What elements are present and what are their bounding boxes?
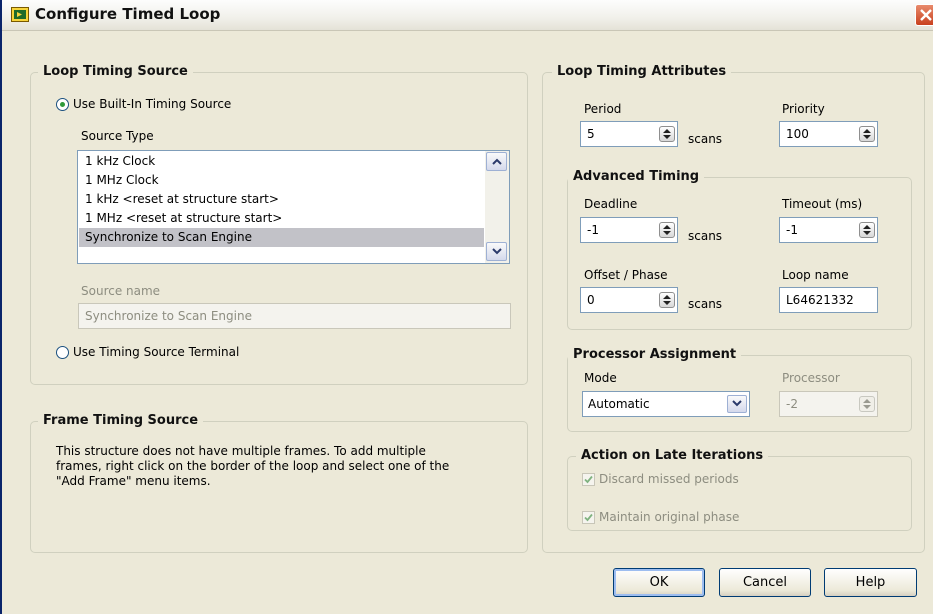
source-name-label: Source name	[81, 284, 161, 298]
timing-terminal-radio-label[interactable]: Use Timing Source Terminal	[73, 345, 239, 359]
title-bar[interactable]: Configure Timed Loop	[2, 0, 933, 31]
help-button[interactable]: Help	[824, 568, 917, 597]
offset-phase-label: Offset / Phase	[584, 268, 668, 282]
mode-label: Mode	[584, 371, 617, 385]
priority-label: Priority	[782, 102, 825, 116]
source-name-field: Synchronize to Scan Engine	[78, 303, 511, 329]
source-list-scrollbar[interactable]	[485, 151, 509, 263]
deadline-spinner[interactable]	[659, 222, 675, 238]
spinner-arrows-icon	[663, 129, 671, 139]
spinner-arrows-icon	[863, 129, 871, 139]
chevron-down-icon	[492, 248, 502, 255]
period-label: Period	[584, 102, 622, 116]
checkmark-icon	[584, 513, 593, 522]
source-type-label: Source Type	[81, 129, 154, 143]
period-unit: scans	[688, 132, 723, 146]
spinner-arrows-icon	[663, 225, 671, 235]
deadline-label: Deadline	[584, 197, 638, 211]
list-item[interactable]: 1 kHz Clock	[79, 152, 484, 171]
frame-timing-message: This structure does not have multiple fr…	[56, 444, 516, 489]
mode-selected-value: Automatic	[588, 397, 650, 411]
mode-dropdown[interactable]: Automatic	[582, 391, 750, 417]
ok-button[interactable]: OK	[613, 568, 705, 597]
scroll-down-button[interactable]	[486, 242, 507, 261]
priority-spinner[interactable]	[859, 126, 875, 142]
loop-timing-attributes-legend: Loop Timing Attributes	[552, 64, 732, 79]
loop-timing-source-legend: Loop Timing Source	[38, 64, 193, 79]
maintain-original-phase-label[interactable]: Maintain original phase	[599, 510, 739, 524]
timeout-spinner[interactable]	[859, 222, 875, 238]
scroll-up-button[interactable]	[486, 152, 507, 171]
frame-message-line: This structure does not have multiple fr…	[56, 444, 426, 458]
builtin-timing-radio[interactable]	[56, 98, 69, 111]
mode-dropdown-button[interactable]	[727, 395, 747, 413]
timing-terminal-radio[interactable]	[56, 346, 69, 359]
late-iterations-legend: Action on Late Iterations	[576, 448, 769, 463]
loop-name-field[interactable]: L64621332	[779, 287, 878, 313]
advanced-timing-legend: Advanced Timing	[568, 169, 705, 184]
processor-label: Processor	[782, 371, 840, 385]
configure-timed-loop-dialog: Configure Timed Loop Loop Timing Source …	[0, 0, 933, 614]
chevron-up-icon	[492, 158, 502, 165]
period-spinner[interactable]	[659, 126, 675, 142]
discard-missed-periods-checkbox[interactable]	[582, 473, 595, 486]
offset-phase-spinner[interactable]	[659, 292, 675, 308]
chevron-down-icon	[732, 400, 742, 407]
discard-missed-periods-label[interactable]: Discard missed periods	[599, 472, 739, 486]
source-type-list[interactable]: 1 kHz Clock 1 MHz Clock 1 kHz <reset at …	[77, 150, 510, 264]
frame-timing-source-legend: Frame Timing Source	[38, 413, 204, 428]
checkmark-icon	[584, 475, 593, 484]
frame-message-line: frames, right click on the border of the…	[56, 459, 450, 473]
close-icon	[920, 9, 932, 21]
list-item-selected[interactable]: Synchronize to Scan Engine	[79, 228, 484, 247]
frame-message-line: "Add Frame" menu items.	[56, 474, 211, 488]
offset-phase-unit: scans	[688, 297, 723, 311]
loop-name-label: Loop name	[782, 268, 849, 282]
builtin-timing-radio-label[interactable]: Use Built-In Timing Source	[73, 97, 231, 111]
list-item[interactable]: 1 MHz <reset at structure start>	[79, 209, 484, 228]
timeout-label: Timeout (ms)	[782, 197, 863, 211]
close-button[interactable]	[915, 4, 933, 26]
list-item[interactable]: 1 MHz Clock	[79, 171, 484, 190]
processor-spinner	[859, 396, 875, 412]
processor-assignment-legend: Processor Assignment	[568, 347, 742, 362]
cancel-button[interactable]: Cancel	[719, 568, 811, 597]
spinner-arrows-icon	[863, 225, 871, 235]
list-item[interactable]: 1 kHz <reset at structure start>	[79, 190, 484, 209]
window-title: Configure Timed Loop	[35, 5, 221, 23]
spinner-arrows-icon	[863, 399, 871, 409]
radio-selected-dot	[60, 102, 65, 107]
timed-loop-app-icon	[11, 7, 29, 22]
deadline-unit: scans	[688, 229, 723, 243]
spinner-arrows-icon	[663, 295, 671, 305]
maintain-original-phase-checkbox[interactable]	[582, 511, 595, 524]
